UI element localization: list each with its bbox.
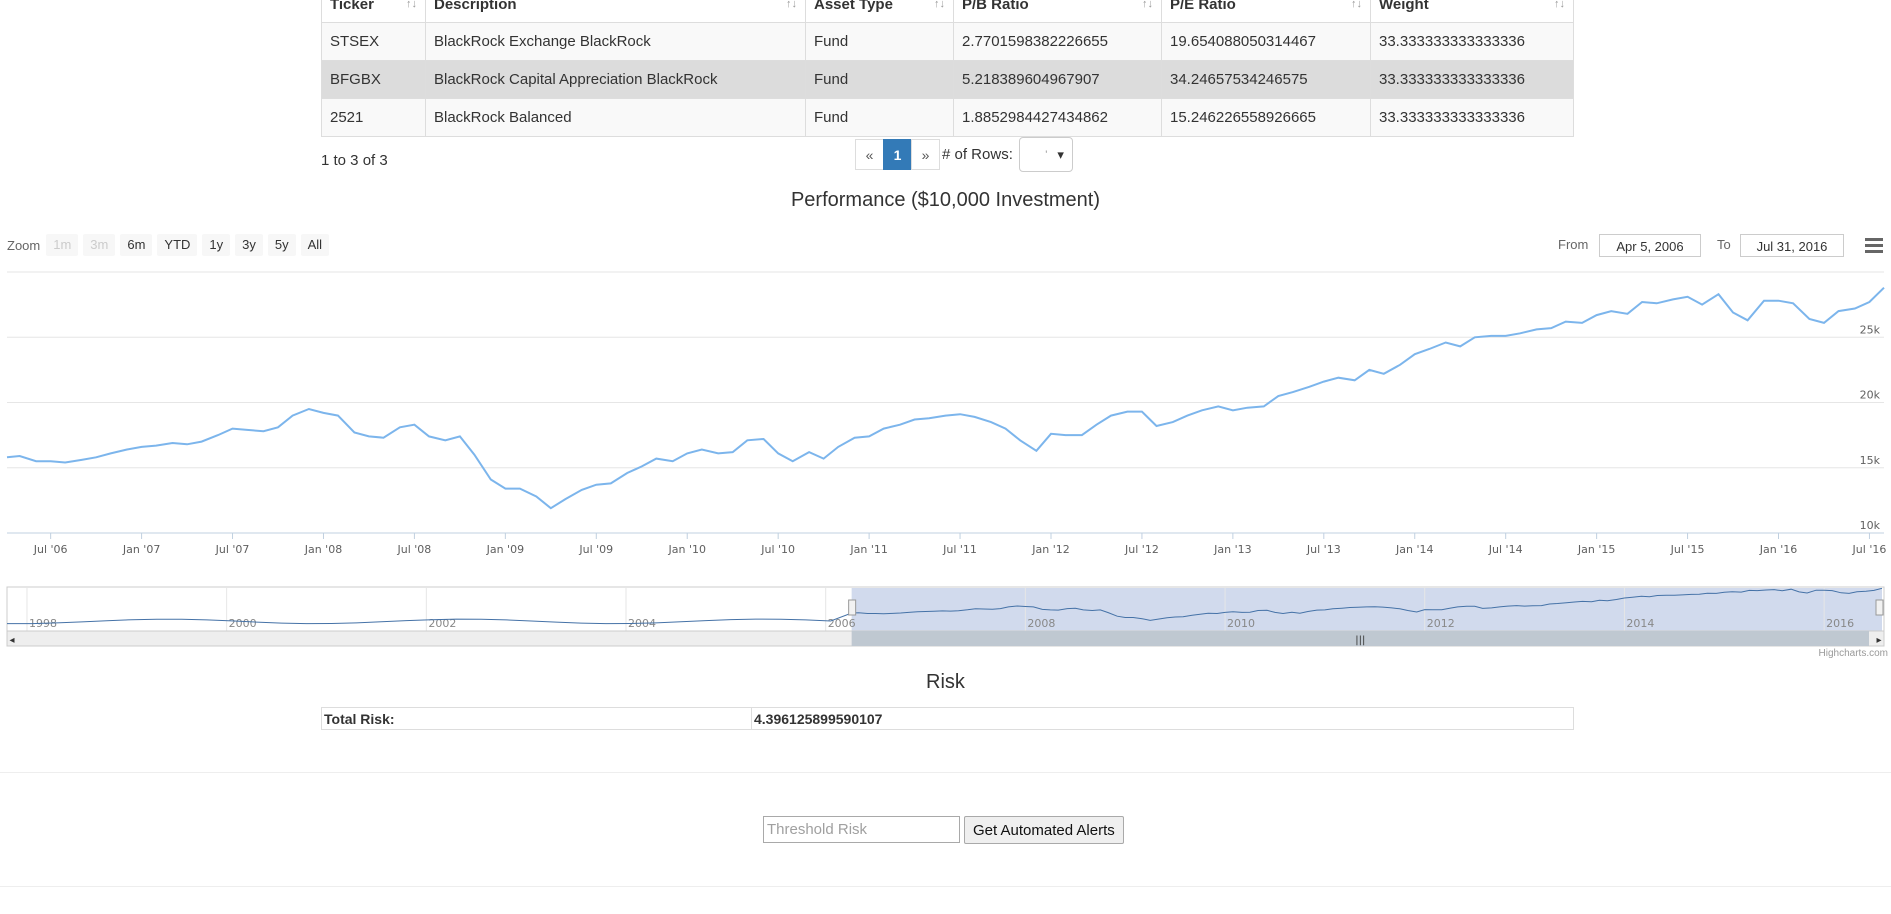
highcharts-credit[interactable]: Highcharts.com (1819, 648, 1888, 659)
grid-lines (7, 271, 1884, 534)
y-tick-label: 15k (1860, 454, 1881, 467)
navigator-year-label: 2006 (828, 617, 856, 630)
x-tick-label: Jul '09 (578, 543, 613, 556)
x-tick-label: Jul '07 (215, 543, 250, 556)
navigator-year-label: 2016 (1826, 617, 1854, 630)
scroll-left-arrow-icon[interactable]: ◂ (9, 635, 14, 646)
navigator-year-label: 2014 (1626, 617, 1654, 630)
get-automated-alerts-button[interactable]: Get Automated Alerts (964, 816, 1124, 844)
scrollbar[interactable]: ||| ◂ ▸ (6, 630, 1885, 647)
navigator: 1998 2000 2002 2004 2006 2008 2010 2012 2014 2016 (6, 586, 1885, 632)
x-tick-label: Jul '16 (1852, 543, 1887, 556)
x-tick-label: Jul '12 (1124, 543, 1159, 556)
x-tick-label: Jan '08 (304, 543, 342, 556)
navigator-selection[interactable] (851, 588, 1883, 631)
divider (0, 772, 1891, 773)
navigator-year-label: 2010 (1227, 617, 1255, 630)
x-tick-label: Jan '11 (849, 543, 887, 556)
x-tick-label: Jan '09 (486, 543, 524, 556)
x-tick-label: Jan '12 (1031, 543, 1069, 556)
scroll-right-arrow-icon[interactable]: ▸ (1876, 635, 1881, 646)
x-tick-label: Jul '11 (942, 543, 977, 556)
threshold-risk-input[interactable] (763, 816, 960, 843)
risk-table: Total Risk: 4.396125899590107 (321, 707, 1574, 730)
x-tick-label: Jan '07 (122, 543, 160, 556)
navigator-handle-right[interactable] (1875, 599, 1884, 616)
risk-title: Risk (926, 671, 965, 693)
navigator-year-label: 2000 (229, 617, 257, 630)
x-axis: Jul '06 Jan '07 Jul '07 Jan '08 Jul '08 Jan '… (33, 533, 1887, 556)
performance-chart: 10k 15k 20k 25k Jul '06 Jan '07 Jul '07 Jan '0… (6, 271, 1887, 647)
series-line (6, 286, 1885, 510)
x-tick-label: Jul '15 (1670, 543, 1705, 556)
y-axis-labels: 10k 15k 20k 25k (1860, 323, 1881, 532)
y-tick-label: 25k (1860, 323, 1881, 336)
navigator-year-label: 2012 (1427, 617, 1455, 630)
y-tick-label: 20k (1860, 389, 1881, 402)
divider (0, 886, 1891, 887)
navigator-year-label: 2008 (1027, 617, 1055, 630)
scrollbar-grip-icon: ||| (1355, 635, 1365, 646)
total-risk-label: Total Risk: (321, 707, 752, 730)
x-tick-label: Jan '13 (1213, 543, 1251, 556)
y-tick-label: 10k (1860, 519, 1881, 532)
navigator-handle-left[interactable] (848, 599, 857, 616)
x-tick-label: Jul '06 (33, 543, 68, 556)
risk-row: Total Risk: 4.396125899590107 (321, 707, 1574, 730)
x-tick-label: Jul '13 (1306, 543, 1341, 556)
total-risk-value: 4.396125899590107 (751, 707, 1574, 730)
x-tick-label: Jan '16 (1759, 543, 1797, 556)
x-tick-label: Jan '14 (1395, 543, 1433, 556)
x-tick-label: Jul '14 (1488, 543, 1523, 556)
x-tick-label: Jul '08 (397, 543, 432, 556)
x-tick-label: Jan '15 (1577, 543, 1615, 556)
x-tick-label: Jan '10 (667, 543, 705, 556)
x-tick-label: Jul '10 (760, 543, 795, 556)
